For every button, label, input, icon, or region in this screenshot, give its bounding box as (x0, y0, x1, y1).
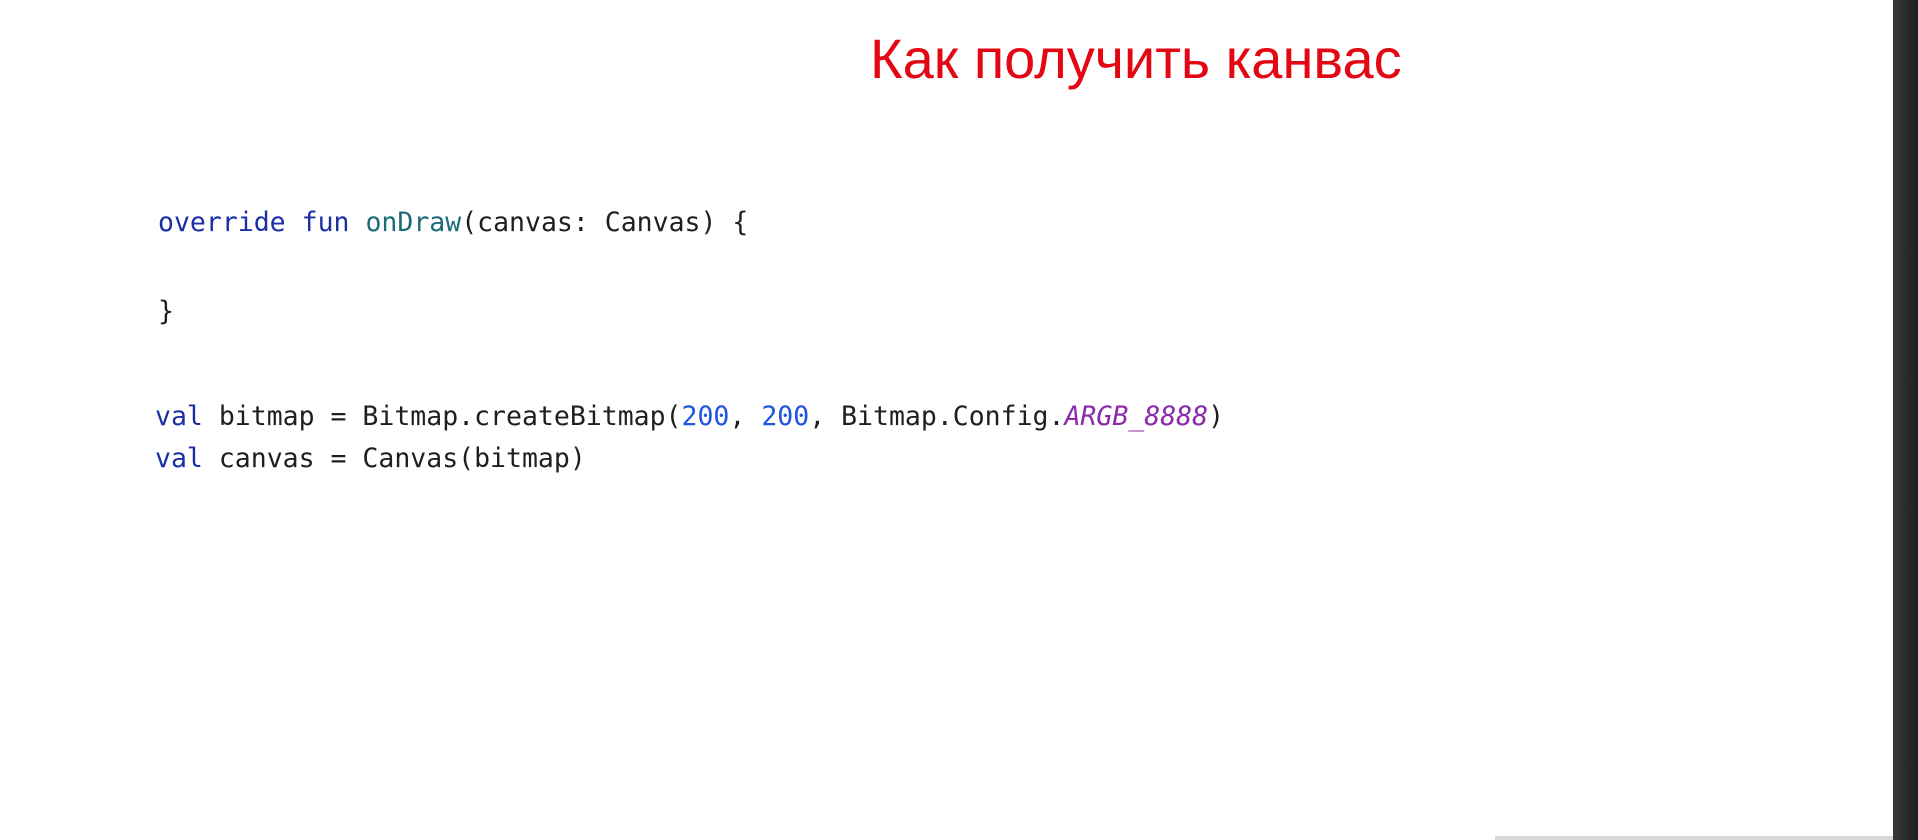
number-literal-width: 200 (681, 401, 730, 432)
number-literal-height: 200 (761, 401, 810, 432)
keyword-override: override (158, 207, 286, 238)
code-line-canvas-declaration: val canvas = Canvas(bitmap) (155, 439, 586, 479)
slide: Как получить канвас override fun onDraw(… (0, 0, 1893, 840)
code-text: canvas = Canvas(bitmap) (202, 443, 586, 474)
keyword-fun: fun (301, 207, 350, 238)
keyword-val: val (155, 401, 203, 432)
slide-title: Как получить канвас (870, 27, 1402, 90)
code-text: , Bitmap.Config. (809, 401, 1065, 432)
code-line-bitmap-declaration: val bitmap = Bitmap.createBitmap(200, 20… (155, 397, 1224, 437)
function-name-ondraw: onDraw (365, 207, 462, 238)
code-line-ondraw-signature: override fun onDraw(canvas: Canvas) { (158, 203, 748, 243)
code-line-closing-brace: } (158, 292, 174, 332)
code-text: bitmap = Bitmap.createBitmap( (202, 401, 682, 432)
code-parameters: (canvas: Canvas) { (461, 207, 749, 238)
code-text: ) (1208, 401, 1225, 432)
code-separator: , (729, 401, 762, 432)
window-edge (1893, 0, 1918, 840)
closing-brace: } (158, 296, 174, 327)
keyword-val: val (155, 443, 203, 474)
bottom-divider (1495, 836, 1893, 840)
constant-argb-8888: ARGB_8888 (1064, 401, 1209, 432)
